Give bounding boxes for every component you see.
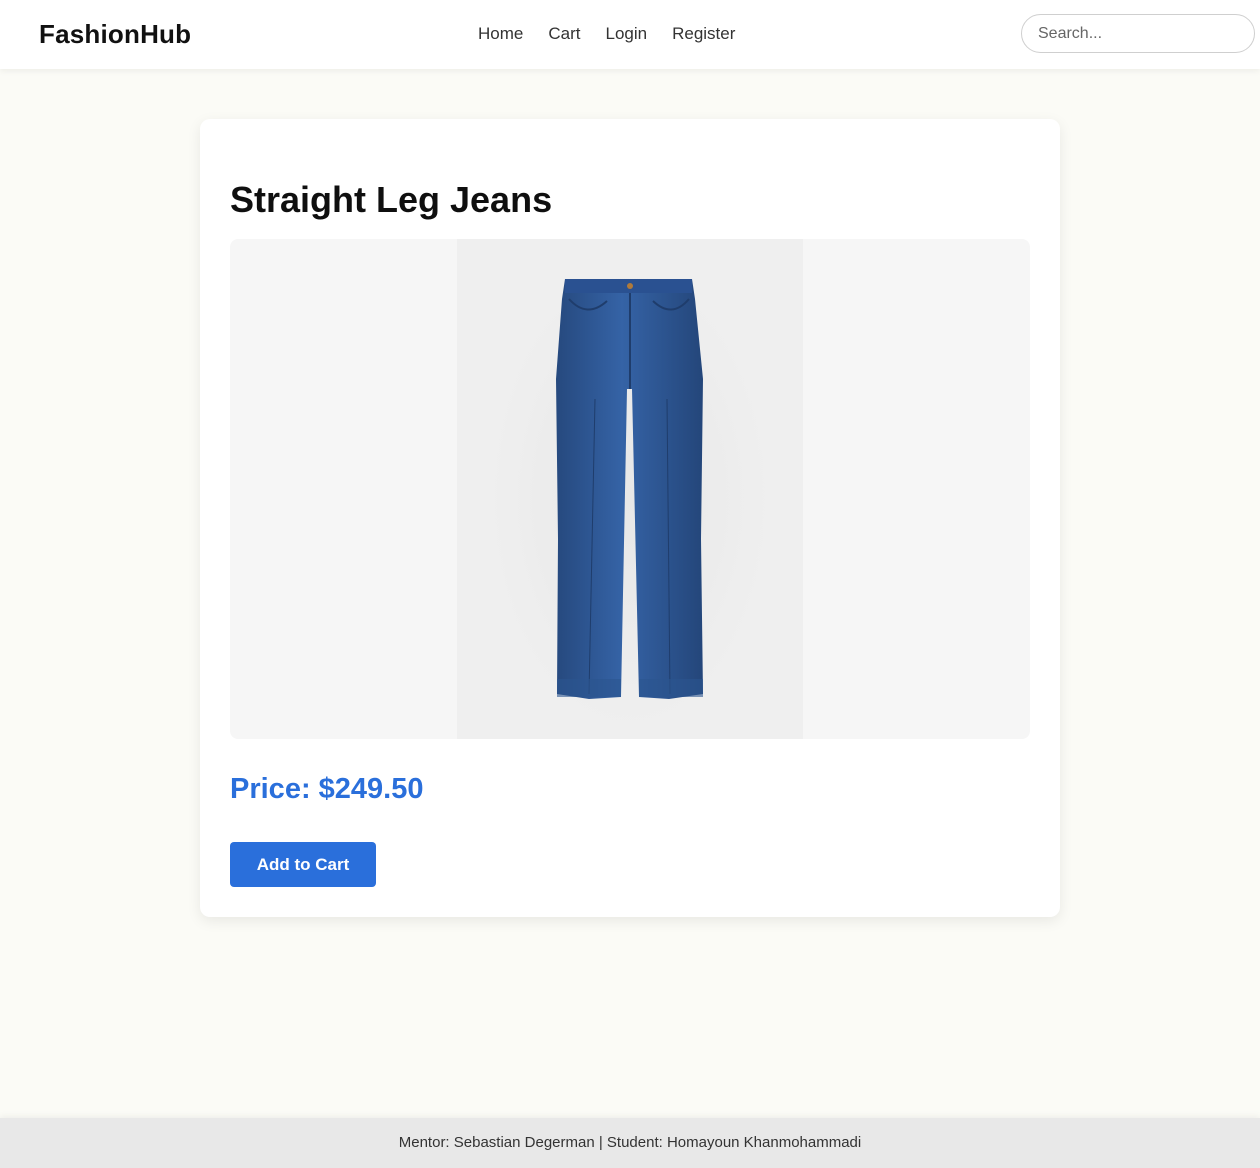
jeans-illustration xyxy=(490,269,770,729)
nav-cart[interactable]: Cart xyxy=(548,22,580,46)
nav-register[interactable]: Register xyxy=(672,22,735,46)
nav-links: Home Cart Login Register xyxy=(478,22,735,46)
product-title: Straight Leg Jeans xyxy=(230,179,553,220)
add-to-cart-button[interactable]: Add to Cart xyxy=(230,842,376,887)
top-navbar: FashionHub Home Cart Login Register xyxy=(0,0,1260,69)
product-image-frame xyxy=(230,239,1030,739)
product-price: Price: $249.50 xyxy=(230,773,424,805)
footer-credits: Mentor: Sebastian Degerman | Student: Ho… xyxy=(398,1134,862,1151)
nav-home[interactable]: Home xyxy=(478,22,523,46)
nav-login[interactable]: Login xyxy=(605,22,647,46)
brand-logo[interactable]: FashionHub xyxy=(39,17,191,51)
product-card: Straight Leg Jeans Price: $249.50 Add to… xyxy=(200,119,1060,917)
product-image xyxy=(457,239,803,739)
search-input[interactable] xyxy=(1021,14,1255,53)
footer: Mentor: Sebastian Degerman | Student: Ho… xyxy=(0,1118,1260,1168)
